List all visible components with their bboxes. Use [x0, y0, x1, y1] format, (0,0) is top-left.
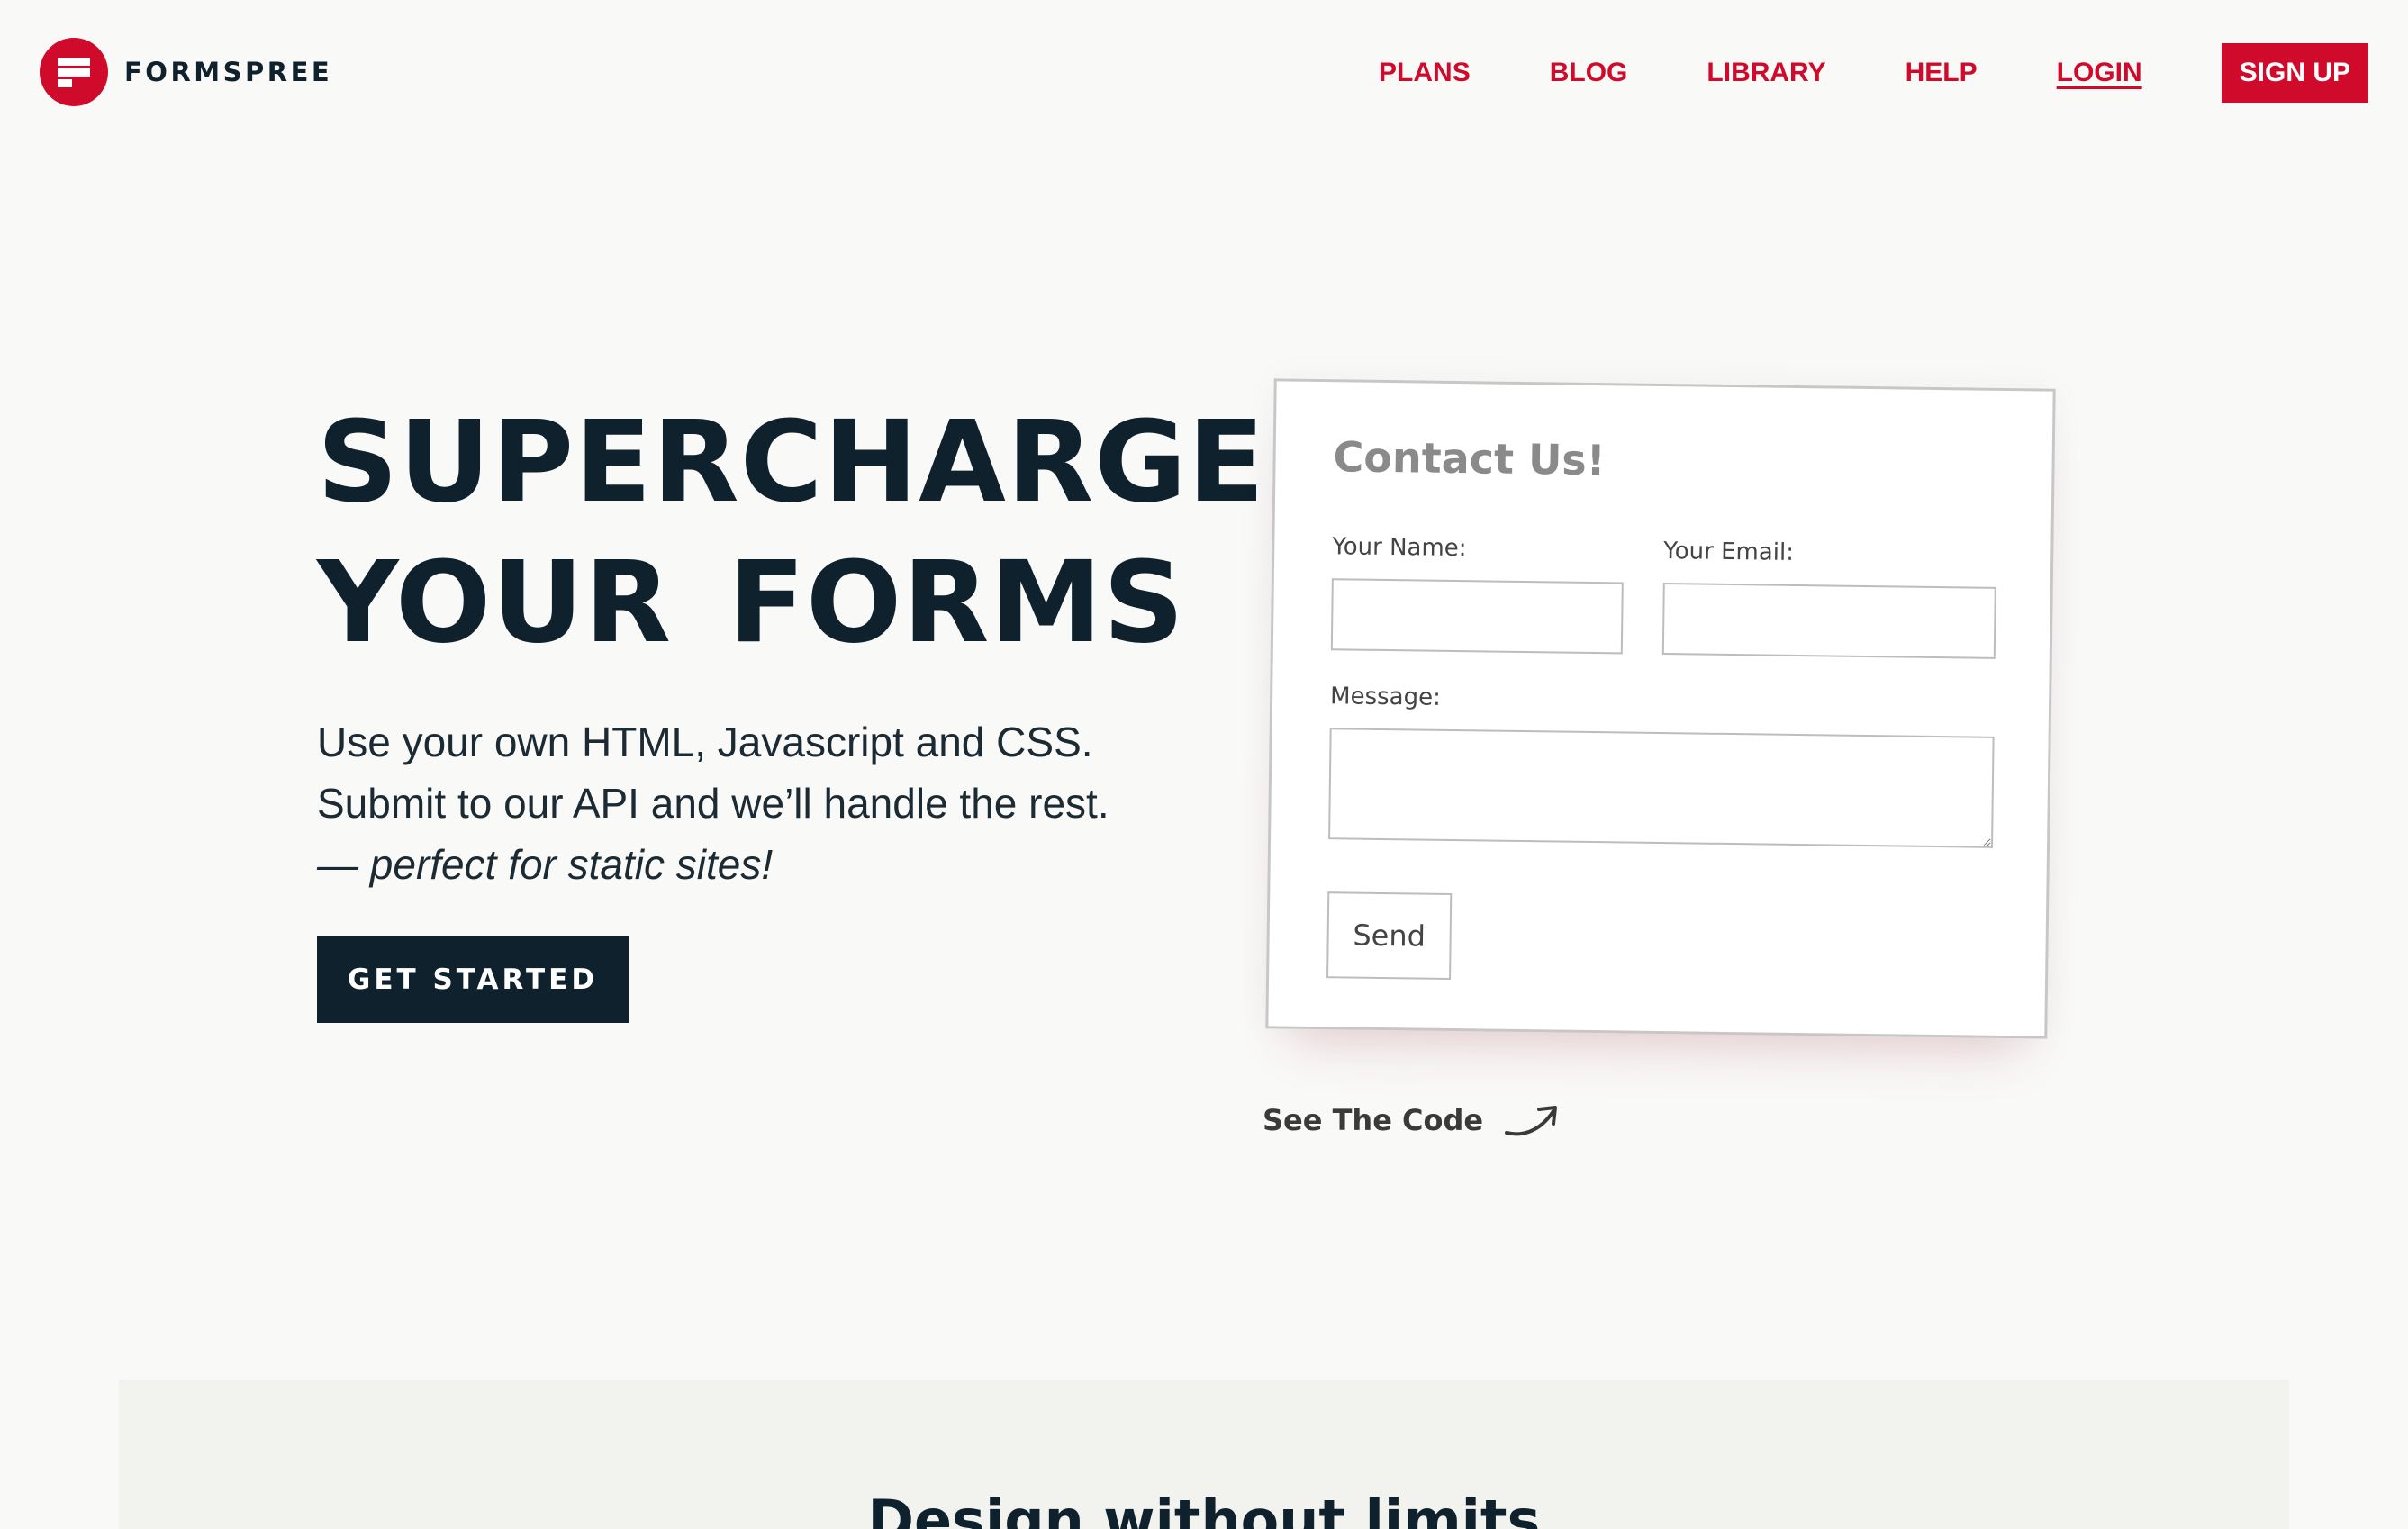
message-label: Message:	[1329, 683, 1442, 711]
demo-contact-form: Contact Us! Your Name: Your Email: Messa…	[1265, 378, 2056, 1039]
brand-name: FORMSPREE	[124, 57, 333, 87]
nav-blog[interactable]: BLOG	[1550, 43, 1628, 103]
logo[interactable]: FORMSPREE	[40, 38, 332, 106]
hero-subtitle-line-2: Submit to our API and we’ll handle the r…	[317, 780, 1109, 827]
curved-arrow-icon	[1505, 1106, 1558, 1136]
nav-plans[interactable]: PLANS	[1379, 43, 1471, 103]
email-label: Your Email:	[1663, 538, 1795, 566]
hero-subtitle-line-1: Use your own HTML, Javascript and CSS.	[317, 719, 1093, 765]
features-section-title: Design without limits	[867, 1488, 1541, 1529]
email-input[interactable]	[1661, 583, 1996, 659]
see-the-code-link[interactable]: See The Code	[1263, 1102, 1561, 1138]
hero-title: SUPERCHARGE YOUR FORMS	[317, 393, 1265, 674]
contact-form-title: Contact Us!	[1333, 432, 1607, 485]
nav-help[interactable]: HELP	[1906, 43, 1978, 103]
name-input[interactable]	[1330, 578, 1624, 655]
hero-subtitle-line-3: — perfect for static sites!	[317, 841, 774, 888]
get-started-button[interactable]: GET STARTED	[317, 936, 629, 1023]
hero-title-line-2: YOUR FORMS	[317, 538, 1185, 668]
name-label: Your Name:	[1332, 533, 1467, 563]
nav-library[interactable]: LIBRARY	[1706, 43, 1825, 103]
features-section: Design without limits	[119, 1380, 2289, 1529]
see-the-code-label: See The Code	[1263, 1103, 1484, 1137]
message-textarea[interactable]	[1328, 728, 1995, 848]
hero-subtitle: Use your own HTML, Javascript and CSS. S…	[317, 711, 1109, 895]
login-link[interactable]: LOGIN	[2057, 43, 2142, 103]
hero-title-line-1: SUPERCHARGE	[317, 397, 1266, 528]
signup-button[interactable]: SIGN UP	[2221, 43, 2368, 103]
formspree-logo-icon	[40, 38, 108, 106]
send-button[interactable]: Send	[1326, 891, 1453, 980]
main-nav: PLANS BLOG LIBRARY HELP LOGIN SIGN UP	[1299, 43, 2368, 103]
